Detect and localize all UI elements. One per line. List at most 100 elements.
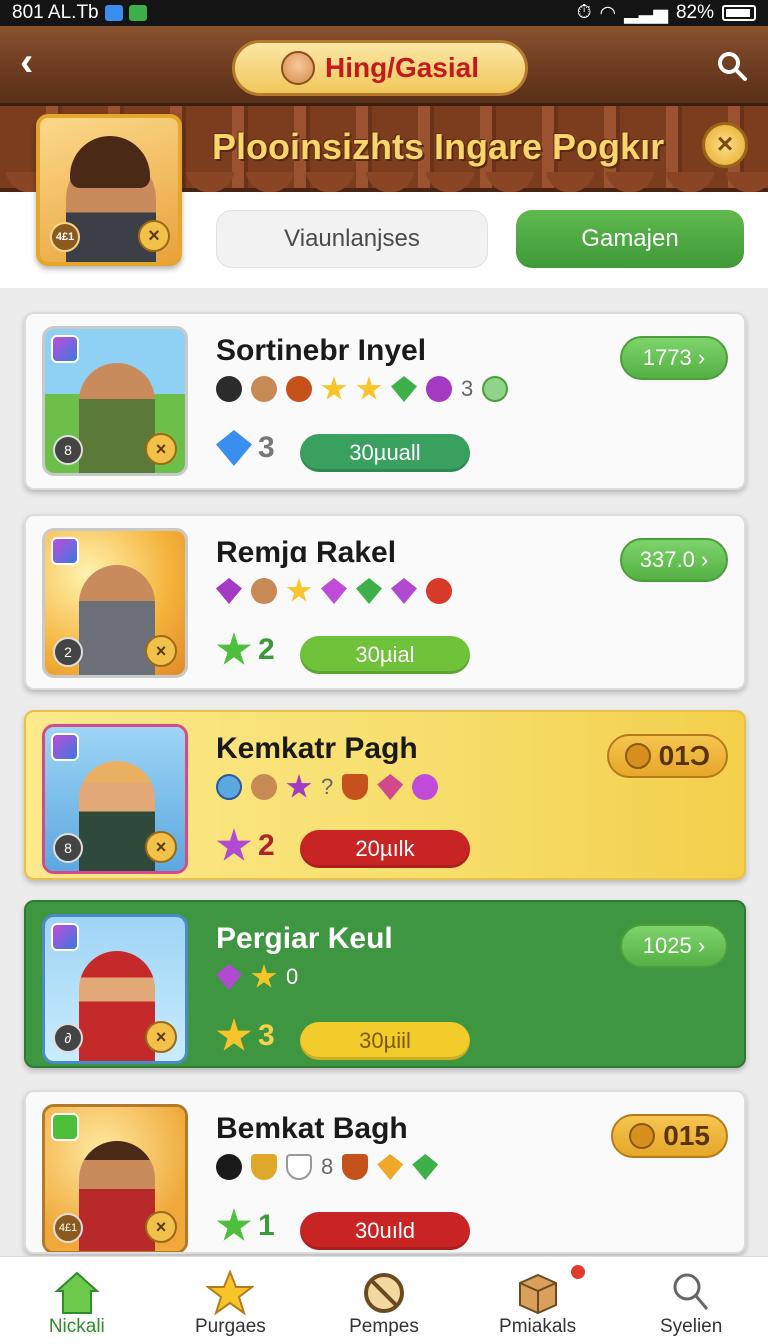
pink-gem-icon [321,578,347,604]
corner-gem-icon [51,335,79,363]
purple-token-icon [412,774,439,800]
notification-dot [570,1265,585,1279]
nav-label: Nickali [48,1316,105,1337]
list-item[interactable]: 8 × Kemkatr Pagh ? 2 20µılk 01Ɔ [24,710,746,880]
nav-label: Syelien [660,1316,723,1337]
list-item[interactable]: ∂ × Pergiar Keul 0 3 30µiil 1025 › [24,900,746,1068]
card-thumbnail: ∂ × [42,914,188,1064]
action-pill-button[interactable]: 30µial [300,636,470,674]
player-list: 8 × Sortinebr Inyel 3 3 30µuall 1773 › 2 [0,288,768,1256]
primary-button[interactable]: Gamajen [516,210,744,268]
stat-value: 3 [258,1019,275,1052]
profile-avatar[interactable]: 4£1 × [36,114,182,266]
purple-gem-icon [216,964,242,990]
action-pill-button[interactable]: 30uıld [300,1212,470,1250]
remove-icon[interactable]: × [145,831,177,863]
star-stat: 1 [216,1208,275,1244]
remove-badge-icon[interactable]: × [138,220,170,252]
nav-item-pempes[interactable]: Pempes [307,1257,461,1344]
score-button[interactable]: 1025 › [620,924,728,968]
hero-face-icon [251,578,277,604]
list-item[interactable]: 2 × Remjɑ Rakel 2 30µial 337.0 › [24,514,746,690]
nav-label: Purgaes [195,1316,266,1337]
violet-gem-icon [391,578,417,604]
list-item[interactable]: 4£1 × Bemkat Bagh 8 1 30uıld 015 [24,1090,746,1254]
score-button[interactable]: 337.0 › [620,538,728,582]
character-figure [79,1141,155,1251]
nav-item-search[interactable]: Syelien [614,1257,768,1344]
star-stat: 2 [216,632,275,668]
home-icon [54,1271,100,1314]
star-stat: 3 [216,1018,275,1054]
remove-icon[interactable]: × [145,635,177,667]
nav-label: Pmiakals [499,1316,577,1337]
nav-item-box[interactable]: Pmiakals [461,1257,615,1344]
action-pill-button[interactable]: 20µılk [300,830,470,868]
rank-badge: 8 [53,435,83,465]
card-title: Remjɑ Rakel [216,536,397,569]
icon-count: 8 [321,1154,334,1179]
remove-icon[interactable]: × [145,1021,177,1053]
action-pill-button[interactable]: 30µiil [300,1022,470,1060]
app-header: ‹ Hing/Gasial [0,26,768,106]
fire-emblem-icon [286,376,312,402]
stat-value: 2 [258,633,275,666]
nav-item-home[interactable]: Nickali [0,1257,154,1344]
blue-gem-icon [216,430,252,466]
star-icon [251,964,277,988]
card-thumbnail: 4£1 × [42,1104,188,1252]
shield-icon [342,1154,369,1180]
coin-icon [629,1123,656,1149]
item-icons: 3 [216,376,509,402]
purple-star-icon [216,828,252,861]
box-icon [518,1273,557,1315]
star-icon [321,376,347,400]
star-icon [216,1018,252,1051]
card-thumbnail: 8 × [42,326,188,476]
hero-face-icon [251,376,277,402]
bluetooth-icon [104,5,123,21]
amber-gem-icon [377,1154,404,1180]
search-icon[interactable] [716,50,748,82]
avatar-hair [70,136,150,188]
level-badge: 4£1 [50,222,80,252]
nav-label: Pempes [349,1316,419,1337]
back-arrow-icon[interactable]: ‹ [20,42,60,84]
crown-icon [251,1154,277,1180]
remove-icon[interactable]: × [145,1211,177,1243]
item-icons [216,578,452,604]
card-title: Pergiar Keul [216,922,393,955]
secondary-button[interactable]: Viaunlanjses [216,210,488,268]
hero-face-icon [251,774,277,800]
remove-icon[interactable]: × [145,433,177,465]
green-gem-icon [356,578,382,604]
rank-badge: 4£1 [53,1213,83,1243]
star-icon [286,578,312,602]
card-title: Sortinebr Inyel [216,334,427,367]
pink-gem-icon [377,774,404,800]
battery-icon [722,5,756,21]
corner-gem-icon [51,537,79,565]
character-figure [79,951,155,1061]
banner-title: Plooinsizhts Ingare Pogkır [212,126,665,167]
score-button[interactable]: 015 [611,1114,728,1158]
heart-outline-icon [286,1154,312,1180]
green-gem-icon [391,376,417,402]
status-carrier-text: 801 AL.Tb [12,2,99,23]
character-figure [79,565,155,675]
score-button[interactable]: 1773 › [620,336,728,380]
icon-count: ? [321,774,334,799]
card-title: Bemkat Bagh [216,1112,408,1145]
item-icons: ? [216,774,439,800]
stat-value: 2 [258,829,275,862]
close-icon[interactable]: × [702,122,748,168]
purple-star-icon [286,774,312,798]
card-title: Kemkatr Pagh [216,732,418,765]
list-item[interactable]: 8 × Sortinebr Inyel 3 3 30µuall 1773 › [24,312,746,490]
score-button[interactable]: 01Ɔ [606,734,728,778]
nav-item-favorites[interactable]: Purgaes [154,1257,308,1344]
stat-value: 3 [258,431,275,464]
green-star-icon [216,1208,252,1241]
action-pill-button[interactable]: 30µuall [300,434,470,472]
star-stat: 2 [216,828,275,864]
